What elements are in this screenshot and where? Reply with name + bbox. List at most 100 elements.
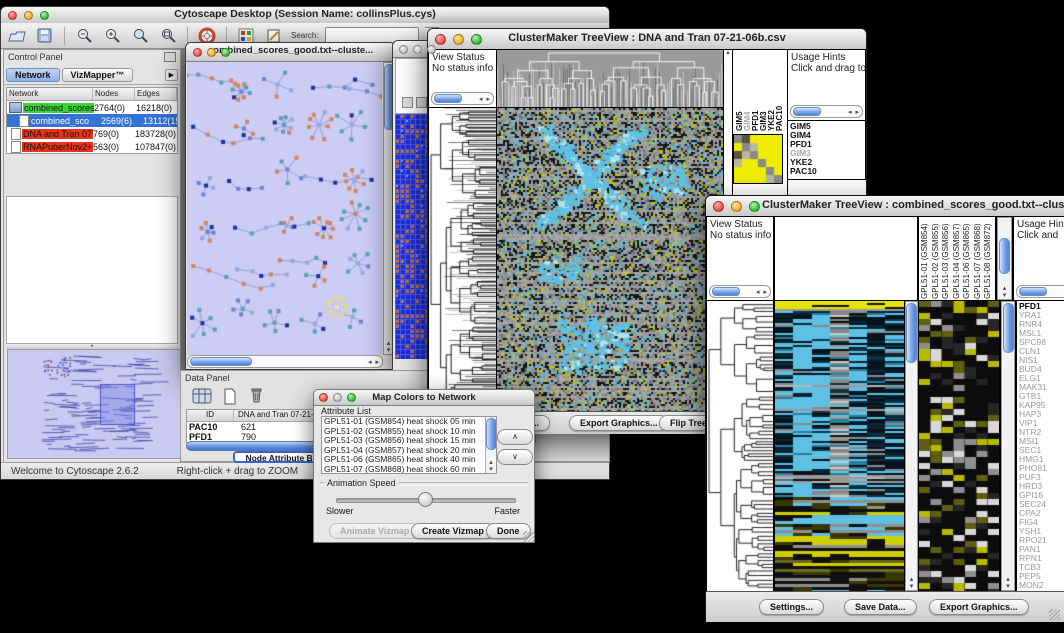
attribute-list-item[interactable]: GPL51-01 (GSM854) heat shock 05 min xyxy=(322,417,496,427)
view-status-scrollbar[interactable]: ◂ ▸ xyxy=(709,285,771,298)
minimize-button[interactable] xyxy=(453,34,464,45)
gene-label[interactable]: RPN1 xyxy=(1019,554,1064,563)
zoomed-heatmap-canvas[interactable] xyxy=(919,301,999,591)
save-data-button[interactable]: Save Data... xyxy=(844,599,917,615)
gene-label[interactable]: RNR4 xyxy=(1019,320,1064,329)
move-down-button[interactable]: ∨ xyxy=(497,449,533,465)
gene-label[interactable]: MAK31 xyxy=(1019,383,1064,392)
network-canvas[interactable] xyxy=(187,62,382,355)
column-dendrogram-canvas[interactable] xyxy=(497,50,723,107)
tab-vizmapper[interactable]: VizMapper™ xyxy=(62,68,134,82)
minimize-button[interactable] xyxy=(207,48,216,57)
zoom-in-icon[interactable] xyxy=(101,26,123,46)
gene-label[interactable]: NIS1 xyxy=(1019,356,1064,365)
mini-tool-icon[interactable] xyxy=(402,97,413,108)
row-dendrogram-canvas[interactable] xyxy=(707,301,773,591)
gene-label[interactable]: MSI1 xyxy=(1019,437,1064,446)
close-button[interactable] xyxy=(713,201,724,212)
gene-label[interactable]: ELG1 xyxy=(1019,374,1064,383)
treeview2-titlebar[interactable]: ClusterMaker TreeView : combined_scores_… xyxy=(706,196,1064,217)
gene-label[interactable]: PAC10 xyxy=(790,167,865,176)
gene-label[interactable]: SPC98 xyxy=(1019,338,1064,347)
gene-label[interactable]: BUD4 xyxy=(1019,365,1064,374)
animation-speed-slider-thumb[interactable] xyxy=(418,492,433,507)
network-list-row[interactable]: RNAPuberNov2+ 563(0) 107847(0) xyxy=(7,140,177,153)
gene-label[interactable]: KAP95 xyxy=(1019,401,1064,410)
delete-attribute-icon[interactable] xyxy=(245,385,267,405)
gene-label[interactable]: PFD1 xyxy=(1019,302,1064,311)
network-view-titlebar[interactable]: combined_scores_good.txt--cluste... xyxy=(186,43,395,62)
treeview1-titlebar[interactable]: ClusterMaker TreeView : DNA and Tran 07-… xyxy=(428,29,866,50)
gene-label[interactable]: SEC1 xyxy=(1019,446,1064,455)
zoom-out-icon[interactable] xyxy=(73,26,95,46)
animate-vizmap-button[interactable]: Animate Vizmap xyxy=(329,523,420,539)
tab-overflow-arrow[interactable]: ▶ xyxy=(165,69,178,81)
float-panel-icon[interactable] xyxy=(164,52,176,62)
resize-grip[interactable] xyxy=(1049,609,1060,620)
close-button[interactable] xyxy=(399,45,408,54)
usage-hints-scrollbar[interactable]: ◂ ▸ xyxy=(790,105,863,118)
global-heatmap-canvas[interactable] xyxy=(497,108,723,411)
close-button[interactable] xyxy=(8,11,17,20)
gene-label[interactable]: RPO21 xyxy=(1019,536,1064,545)
zoom-button[interactable] xyxy=(40,11,49,20)
attribute-list-item[interactable]: GPL51-07 (GSM868) heat shock 60 min xyxy=(322,465,496,475)
gene-label[interactable]: FIG4 xyxy=(1019,518,1064,527)
gene-label[interactable]: GTB1 xyxy=(1019,392,1064,401)
zoom-button[interactable] xyxy=(471,34,482,45)
close-button[interactable] xyxy=(319,393,328,402)
minimize-button[interactable] xyxy=(413,45,422,54)
network-list-row[interactable]: combined_scores 2764(0) 16218(0) xyxy=(7,101,177,114)
birds-eye-view[interactable] xyxy=(7,349,181,459)
gene-label[interactable]: NTR2 xyxy=(1019,428,1064,437)
gene-list-scrollbar[interactable]: ▴▾ xyxy=(1001,301,1015,591)
global-heatmap-canvas[interactable] xyxy=(775,301,904,591)
attribute-list-item[interactable]: GPL51-04 (GSM857) heat shock 20 min xyxy=(322,446,496,456)
open-folder-icon[interactable] xyxy=(6,26,28,46)
zoom-button[interactable] xyxy=(347,393,356,402)
gene-label[interactable]: PEP5 xyxy=(1019,572,1064,581)
minimize-button[interactable] xyxy=(333,393,342,402)
gene-label[interactable]: PAN1 xyxy=(1019,545,1064,554)
minimize-button[interactable] xyxy=(24,11,33,20)
gene-label[interactable]: CLN1 xyxy=(1019,347,1064,356)
gene-label[interactable]: HMG1 xyxy=(1019,455,1064,464)
export-graphics-button[interactable]: Export Graphics... xyxy=(929,599,1029,615)
gene-label[interactable]: TCB3 xyxy=(1019,563,1064,572)
gene-label[interactable]: HRD3 xyxy=(1019,482,1064,491)
gene-label[interactable]: PUF3 xyxy=(1019,473,1064,482)
tab-network[interactable]: Network xyxy=(6,68,60,82)
close-button[interactable] xyxy=(193,48,202,57)
minimize-button[interactable] xyxy=(731,201,742,212)
zoom-selected-icon[interactable] xyxy=(129,26,151,46)
view-status-scrollbar[interactable]: ◂ ▸ xyxy=(431,92,494,105)
gene-label[interactable]: MSL1 xyxy=(1019,329,1064,338)
attribute-list-item[interactable]: GPL51-03 (GSM856) heat shock 15 min xyxy=(322,436,496,446)
network-list-row[interactable]: DNA and Tran 07 769(0) 183728(0) xyxy=(7,127,177,140)
gene-label[interactable]: YRA1 xyxy=(1019,311,1064,320)
heatmap-vertical-scrollbar[interactable]: ▴▾ xyxy=(905,301,918,591)
attribute-list-scrollbar[interactable]: ▴▾ xyxy=(485,417,496,473)
attribute-list-item[interactable]: GPL51-02 (GSM855) heat shock 10 min xyxy=(322,427,496,437)
new-attribute-icon[interactable] xyxy=(219,386,241,406)
gene-label[interactable]: PHO81 xyxy=(1019,464,1064,473)
zoom-fit-icon[interactable] xyxy=(157,26,179,46)
export-graphics-button[interactable]: Export Graphics... xyxy=(569,415,669,431)
move-up-button[interactable]: ∧ xyxy=(497,429,533,445)
gene-label[interactable]: YSH1 xyxy=(1019,527,1064,536)
zoom-button[interactable] xyxy=(749,201,760,212)
usage-hints-scrollbar[interactable] xyxy=(1016,285,1064,298)
settings-button[interactable]: Settings... xyxy=(759,599,824,615)
zoom-button[interactable] xyxy=(221,48,230,57)
network-list-row[interactable]: combined_sco 2569(6) 13112(15) xyxy=(7,114,177,127)
mini-tool-icon[interactable] xyxy=(416,97,427,108)
main-titlebar[interactable]: Cytoscape Desktop (Session Name: collins… xyxy=(1,7,609,24)
gene-label[interactable]: MON2 xyxy=(1019,581,1064,590)
gene-label[interactable]: SEC24 xyxy=(1019,500,1064,509)
save-icon[interactable] xyxy=(34,26,56,46)
attribute-list-item[interactable]: GPL51-06 (GSM865) heat shock 40 min xyxy=(322,455,496,465)
create-vizmap-button[interactable]: Create Vizmap xyxy=(411,523,495,539)
row-dendrogram-canvas[interactable] xyxy=(429,108,496,411)
gene-label[interactable]: CPA2 xyxy=(1019,509,1064,518)
dialog-titlebar[interactable]: Map Colors to Network xyxy=(314,390,534,406)
